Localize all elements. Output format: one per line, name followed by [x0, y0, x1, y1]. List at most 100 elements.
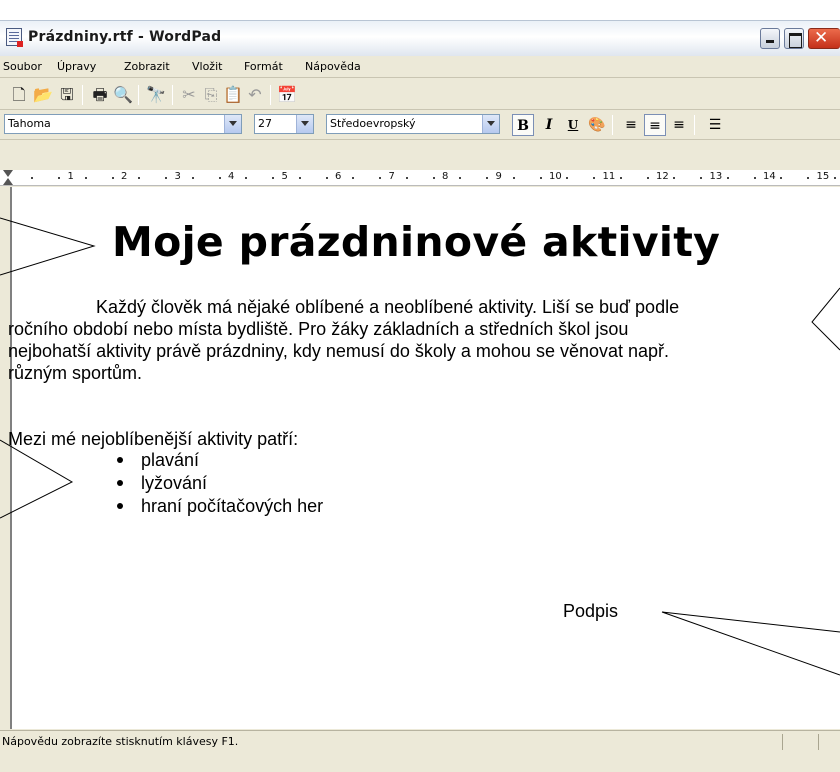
ruler-tick: [753, 177, 756, 179]
undo-icon[interactable]: ↶: [244, 84, 266, 106]
list-intro: Mezi mé nejoblíbenější aktivity patří:: [8, 429, 299, 449]
menu-format[interactable]: Formát: [244, 60, 283, 73]
copy-icon[interactable]: ⎘: [200, 84, 222, 106]
chevron-down-icon[interactable]: [224, 115, 241, 133]
date-time-icon[interactable]: 📅: [276, 84, 298, 106]
ruler-tick: [646, 177, 649, 179]
menu-vlozit[interactable]: Vložit: [192, 60, 222, 73]
script-combo[interactable]: Středoevropský: [326, 114, 500, 134]
ruler-number: 12: [656, 171, 669, 182]
print-icon[interactable]: 🖶: [89, 84, 111, 106]
new-icon[interactable]: 🗋: [8, 84, 30, 106]
ruler-tick: [379, 177, 382, 179]
menu-napoveda[interactable]: Nápověda: [305, 60, 361, 73]
toolbar-separator: [82, 85, 83, 105]
menu-soubor[interactable]: Soubor: [3, 60, 42, 73]
bold-button[interactable]: B: [512, 114, 534, 136]
title-bar[interactable]: Prázdniny.rtf - WordPad: [0, 20, 840, 56]
ruler-tick: [405, 177, 408, 179]
ruler-tick: [807, 177, 810, 179]
print-preview-icon[interactable]: 🔍: [112, 84, 134, 106]
list-item: hraní počítačových her: [141, 496, 324, 516]
bullet-icon: [117, 480, 123, 486]
wordpad-document-icon[interactable]: [6, 28, 23, 47]
ruler-tick: [165, 177, 168, 179]
ruler-number: 13: [709, 171, 723, 182]
ruler-number: 4: [228, 171, 235, 182]
save-icon[interactable]: 🖫: [56, 84, 78, 106]
toolbar-separator: [138, 85, 139, 105]
document-area[interactable]: [10, 187, 840, 729]
ruler-tick: [539, 177, 542, 179]
cut-icon[interactable]: ✂: [178, 84, 200, 106]
paragraph-line: nejbohatší aktivity právě prázdniny, kdy…: [8, 341, 670, 361]
standard-toolbar: 🗋 📂 🖫 🖶 🔍 🔭 ✂ ⎘ 📋 ↶ 📅: [0, 80, 840, 110]
chevron-down-icon[interactable]: [482, 115, 499, 133]
ruler-tick: [486, 177, 489, 179]
ruler-tick: [512, 177, 515, 179]
ruler-tick: [325, 177, 328, 179]
maximize-button[interactable]: [784, 28, 804, 49]
ruler-tick: [459, 177, 462, 179]
open-icon[interactable]: 📂: [32, 84, 54, 106]
ruler-tick: [726, 177, 729, 179]
ruler-tick: [31, 177, 34, 179]
window-title: Prázdniny.rtf - WordPad: [28, 29, 222, 45]
paragraph-line: Každý člověk má nějaké oblíbené a neoblí…: [96, 297, 680, 317]
list-item: lyžování: [141, 473, 208, 493]
ruler-number: 7: [388, 171, 395, 182]
ruler-number: 5: [281, 171, 288, 182]
ruler-tick: [298, 177, 301, 179]
toolbar-separator: [172, 85, 173, 105]
chevron-down-icon[interactable]: [296, 115, 313, 133]
bullet-icon: [117, 457, 123, 463]
align-right-icon[interactable]: ≡: [668, 114, 690, 136]
ruler-tick: [619, 177, 622, 179]
color-icon[interactable]: 🎨: [586, 114, 608, 136]
paragraph-line: ročního období nebo místa bydliště. Pro …: [8, 319, 629, 339]
ruler-tick: [272, 177, 275, 179]
ruler-tick: [432, 177, 435, 179]
ruler-tick: [593, 177, 596, 179]
paragraph-line: různým sportům.: [8, 363, 143, 383]
format-bar: Tahoma 27 Středoevropský B I U 🎨 ≡ ≡ ≡ ☰: [0, 110, 840, 140]
script-value: Středoevropský: [330, 117, 416, 130]
ruler-tick: [700, 177, 703, 179]
align-center-icon[interactable]: ≡: [644, 114, 666, 136]
ruler-number: 3: [174, 171, 181, 182]
status-bar: Nápovědu zobrazíte stisknutím klávesy F1…: [0, 730, 840, 752]
ruler-tick: [780, 177, 783, 179]
underline-button[interactable]: U: [562, 114, 584, 136]
minimize-button[interactable]: [760, 28, 780, 49]
ruler-tick: [673, 177, 676, 179]
font-combo[interactable]: Tahoma: [4, 114, 242, 134]
menu-zobrazit[interactable]: Zobrazit: [124, 60, 170, 73]
find-icon[interactable]: 🔭: [145, 84, 167, 106]
toolbar-separator: [694, 115, 695, 135]
status-separator: [782, 734, 783, 750]
ruler-tick: [566, 177, 569, 179]
ruler-tick: [58, 177, 61, 179]
ruler-scale: 1 2 3 4 5 6 7 8 9 10 11 12 13 14 15: [10, 170, 840, 186]
font-size-value: 27: [258, 117, 272, 130]
align-left-icon[interactable]: ≡: [620, 114, 642, 136]
ruler-number: 1: [67, 171, 74, 182]
ruler-tick: [352, 177, 355, 179]
toolbar-separator: [612, 115, 613, 135]
italic-button[interactable]: I: [538, 114, 560, 136]
ruler[interactable]: 1 2 3 4 5 6 7 8 9 10 11 12 13 14 15: [0, 170, 840, 186]
menu-upravy[interactable]: Úpravy: [57, 60, 96, 73]
ruler-tick: [245, 177, 248, 179]
status-separator: [818, 734, 819, 750]
ruler-number: 2: [121, 171, 128, 182]
bullets-icon[interactable]: ☰: [704, 114, 726, 136]
close-button[interactable]: [808, 28, 840, 49]
paste-icon[interactable]: 📋: [222, 84, 244, 106]
toolbar-separator: [270, 85, 271, 105]
menu-bar: Soubor Úpravy Zobrazit Vložit Formát Náp…: [0, 56, 840, 78]
status-text: Nápovědu zobrazíte stisknutím klávesy F1…: [2, 735, 239, 748]
ruler-number: 8: [442, 171, 449, 182]
list-item: plavání: [141, 450, 200, 470]
ruler-number: 14: [763, 171, 776, 182]
font-size-combo[interactable]: 27: [254, 114, 314, 134]
